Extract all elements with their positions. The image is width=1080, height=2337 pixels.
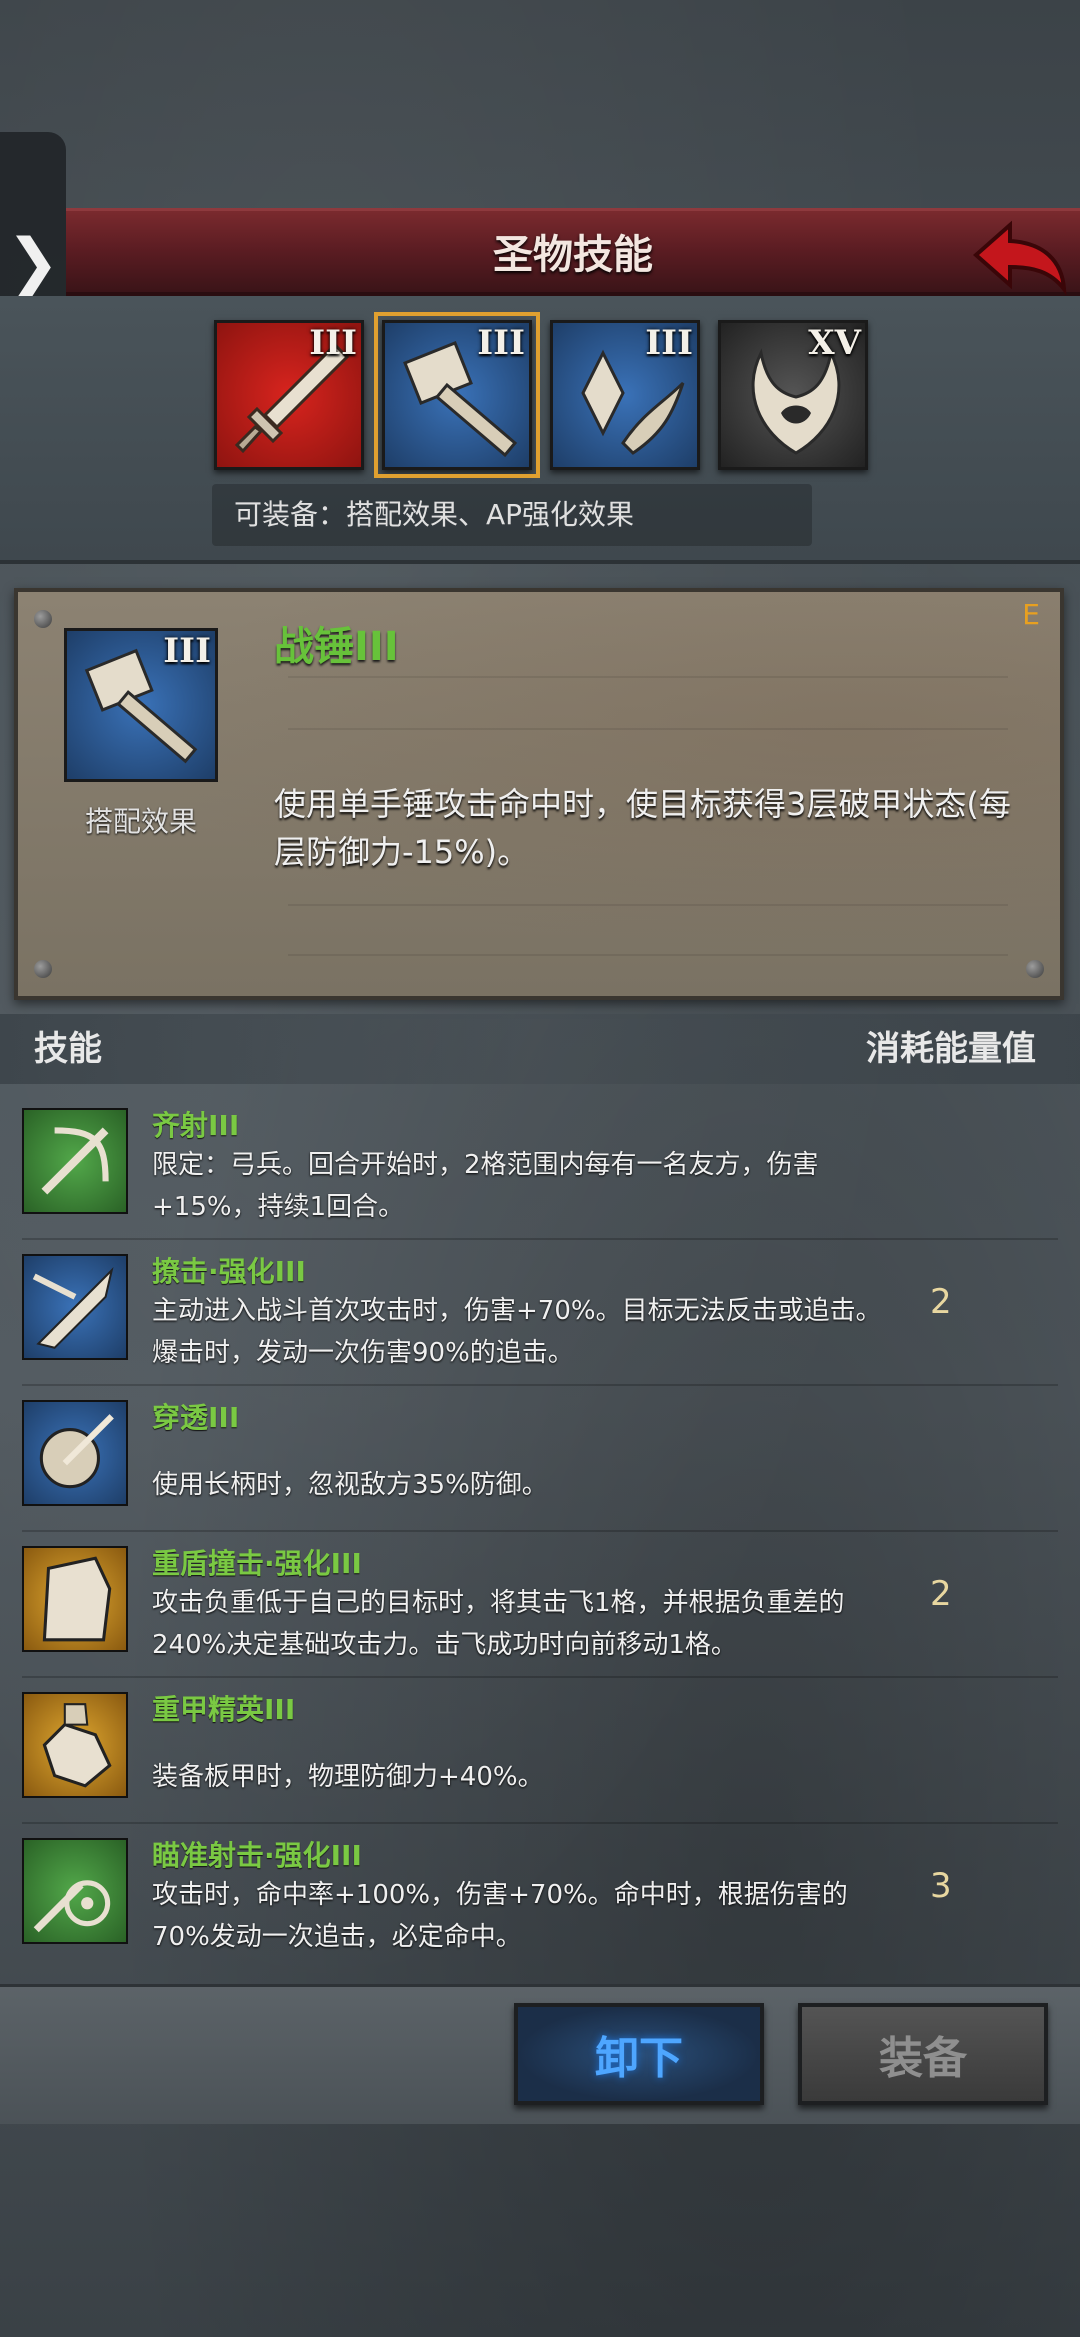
skill-description: 使用长柄时，忽视敌方35%防御。: [152, 1470, 548, 1500]
chevron-right-icon: ❯: [6, 226, 60, 300]
slash-icon: [22, 1254, 128, 1360]
skill-name: 撩击·强化III: [152, 1255, 306, 1288]
skill-description: 攻击时，命中率+100%，伤害+70%。命中时，根据伤害的70%发动一次追击，必…: [152, 1880, 848, 1952]
card-title: 战锤III: [274, 624, 399, 670]
equip-note: 可装备：搭配效果、AP强化效果: [212, 484, 812, 546]
card-icon-level: III: [163, 631, 211, 671]
skill-row[interactable]: 重盾撞击·强化III 攻击负重低于自己的目标时，将其击飞1格，并根据负重差的24…: [0, 1532, 1080, 1678]
skills-header: 技能 消耗能量值: [0, 1014, 1080, 1084]
skill-description: 装备板甲时，物理防御力+40%。: [152, 1762, 544, 1792]
skill-description: 攻击负重低于自己的目标时，将其击飞1格，并根据负重差的240%决定基础攻击力。击…: [152, 1588, 845, 1660]
skills-header-label: 技能: [34, 1029, 102, 1069]
skill-list[interactable]: 齐射III 限定：弓兵。回合开始时，2格范围内每有一名友方，伤害+15%，持续1…: [0, 1094, 1080, 1974]
skill-name: 瞄准射击·强化III: [152, 1839, 362, 1872]
divider: [288, 728, 1008, 730]
skill-row[interactable]: 齐射III 限定：弓兵。回合开始时，2格范围内每有一名友方，伤害+15%，持续1…: [0, 1094, 1080, 1240]
relic-slot-3[interactable]: III: [550, 320, 700, 470]
skill-description: 限定：弓兵。回合开始时，2格范围内每有一名友方，伤害+15%，持续1回合。: [152, 1150, 819, 1222]
skill-row[interactable]: 穿透III 使用长柄时，忽视敌方35%防御。: [0, 1386, 1080, 1532]
rank-badge: E: [1022, 598, 1040, 631]
skill-name: 重甲精英III: [152, 1693, 296, 1726]
rivet: [1026, 960, 1044, 978]
relic-slot-2[interactable]: III: [374, 312, 540, 478]
relic-level: XV: [808, 323, 861, 363]
back-arrow-icon[interactable]: [970, 219, 1070, 295]
card-description: 使用单手锤攻击命中时，使目标获得3层破甲状态(每层防御力-15%)。: [274, 785, 1011, 871]
skill-cost: 2: [930, 1282, 952, 1322]
skill-description: 主动进入战斗首次攻击时，伤害+70%。目标无法反击或追击。爆击时，发动一次伤害9…: [152, 1296, 882, 1368]
skill-name: 重盾撞击·强化III: [152, 1547, 362, 1580]
heavy-shield-icon: [22, 1546, 128, 1652]
relic-level: III: [309, 323, 357, 363]
relic-slot-1[interactable]: III: [214, 320, 364, 470]
page-title: 圣物技能: [493, 232, 653, 278]
rivet: [34, 610, 52, 628]
skill-cost: 3: [930, 1866, 952, 1906]
card-relic-icon: III: [64, 628, 218, 782]
relic-level: III: [477, 323, 525, 363]
skill-name: 穿透III: [152, 1401, 240, 1434]
pierce-shield-icon: [22, 1400, 128, 1506]
skill-row[interactable]: 瞄准射击·强化III 攻击时，命中率+100%，伤害+70%。命中时，根据伤害的…: [0, 1824, 1080, 1970]
divider: [288, 904, 1008, 906]
skill-name: 齐射III: [152, 1109, 240, 1142]
energy-cost-header-label: 消耗能量值: [866, 1029, 1036, 1069]
equip-button[interactable]: 装备: [798, 2003, 1048, 2105]
divider: [288, 954, 1008, 956]
divider: [288, 676, 1008, 678]
header-bar: 圣物技能: [66, 208, 1080, 296]
skill-row[interactable]: 重甲精英III 装备板甲时，物理防御力+40%。: [0, 1678, 1080, 1824]
card-icon-label: 搭配效果: [84, 805, 197, 838]
relic-detail-card: E III 搭配效果 战锤III 使用单手锤攻击命中时，使目标获得3层破甲状态(…: [14, 588, 1064, 1000]
skill-row[interactable]: 撩击·强化III 主动进入战斗首次攻击时，伤害+70%。目标无法反击或追击。爆击…: [0, 1240, 1080, 1386]
bow-arrow-icon: [22, 1108, 128, 1214]
crosshair-icon: [22, 1838, 128, 1944]
relic-slot-4[interactable]: XV: [718, 320, 868, 470]
rivet: [34, 960, 52, 978]
unequip-button[interactable]: 卸下: [514, 2003, 764, 2105]
plate-armor-icon: [22, 1692, 128, 1798]
skill-cost: 2: [930, 1574, 952, 1614]
relic-level: III: [645, 323, 693, 363]
